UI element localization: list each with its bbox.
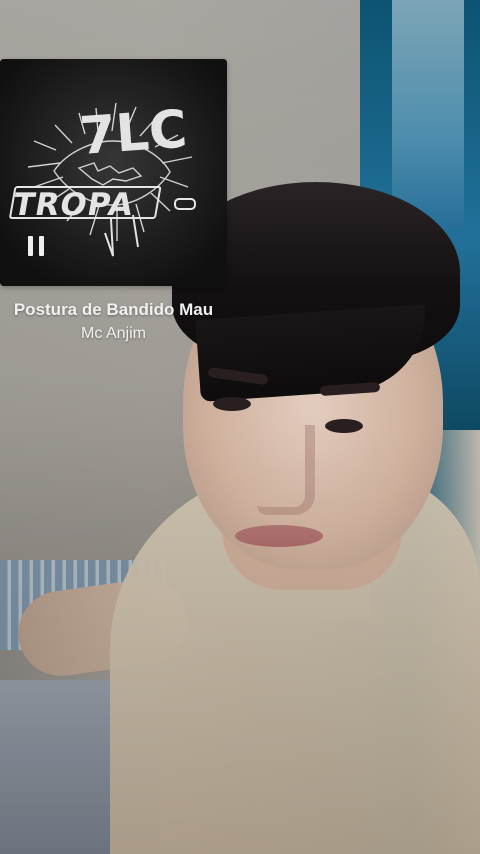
track-info: Postura de Bandido Mau Mc Anjim [0,300,227,343]
background-window [392,0,464,230]
mouth [235,525,323,547]
nose [257,425,315,515]
pause-bar-right [39,236,44,256]
right-eye [325,419,363,433]
left-eye [213,397,251,411]
album-cover[interactable]: 7LC TROPA [0,59,227,286]
pause-icon[interactable] [25,236,49,256]
pause-bar-left [28,236,33,256]
artist-name: Mc Anjim [81,325,146,342]
story-canvas: 7LC TROPA Postura de Bandido Mau Mc Anji… [0,0,480,854]
cover-logo-top: 7LC [78,100,189,167]
song-title: Postura de Bandido Mau [13,300,214,319]
